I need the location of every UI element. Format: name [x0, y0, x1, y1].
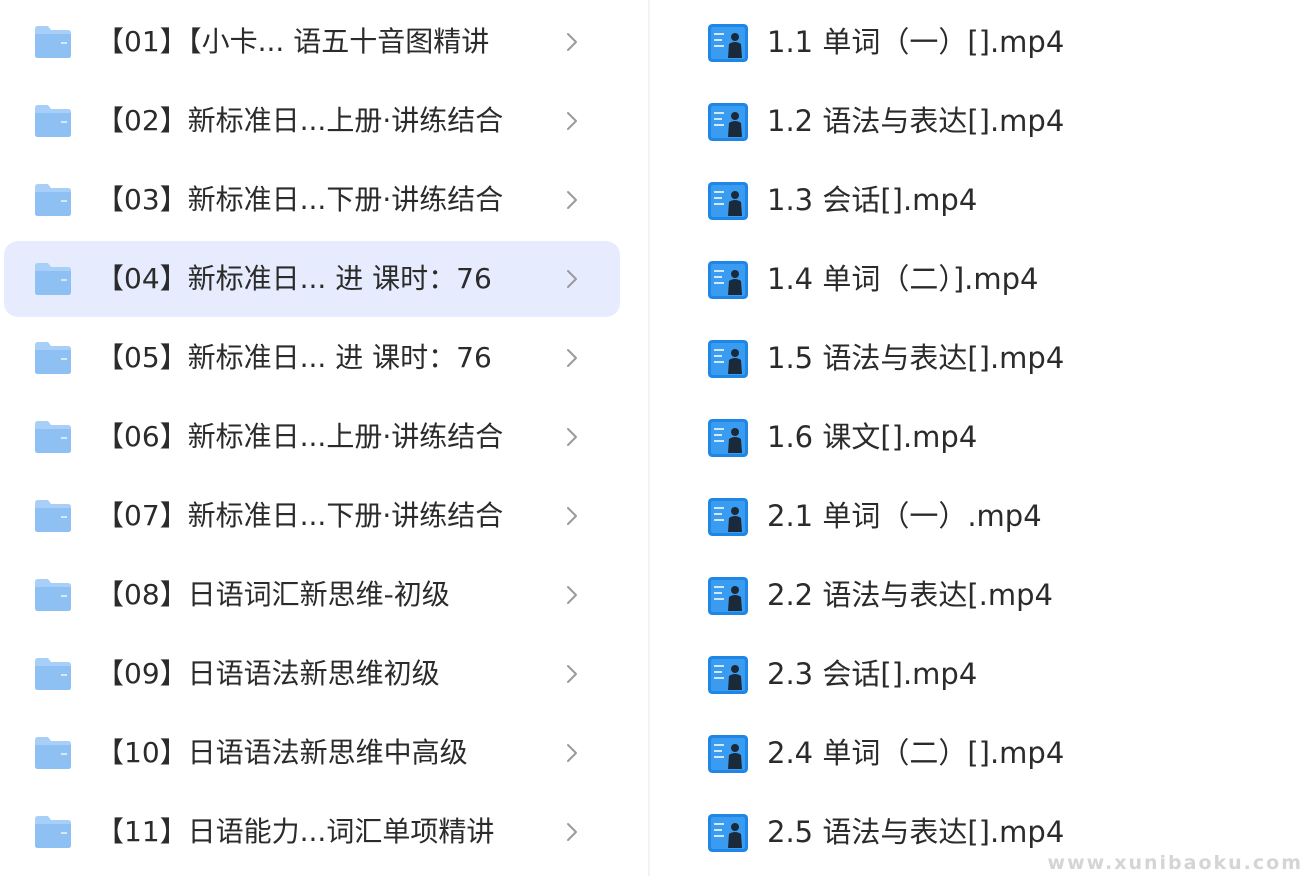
video-file-icon — [708, 261, 748, 299]
folder-row-05[interactable]: 【05】新标准日... 进 课时：76 — [4, 320, 620, 396]
folder-label: 【01】【小卡... 语五十音图精讲 — [96, 25, 490, 58]
file-label: 2.3 会话[].mp4 — [767, 657, 978, 691]
folder-list-pane: 【01】【小卡... 语五十音图精讲 【02】新标准日...上册·讲练结合 【0… — [0, 0, 648, 876]
chevron-right-icon[interactable] — [562, 423, 582, 451]
file-row[interactable]: 1.5 语法与表达[].mp4 — [650, 320, 1250, 396]
chevron-right-icon[interactable] — [562, 265, 582, 293]
file-label: 1.1 单词（一）[].mp4 — [767, 25, 1065, 59]
file-row[interactable]: 2.2 语法与表达[.mp4 — [650, 557, 1250, 633]
folder-row-11[interactable]: 【11】日语能力...词汇单项精讲 — [4, 794, 620, 870]
video-file-icon — [708, 24, 748, 62]
video-file-icon — [708, 814, 748, 852]
file-label: 2.4 单词（二）[].mp4 — [767, 736, 1065, 770]
folder-label: 【02】新标准日...上册·讲练结合 — [96, 104, 504, 137]
folder-row-09[interactable]: 【09】日语语法新思维初级 — [4, 636, 620, 712]
folder-label: 【08】日语词汇新思维-初级 — [96, 578, 450, 611]
folder-row-08[interactable]: 【08】日语词汇新思维-初级 — [4, 557, 620, 633]
video-file-icon — [708, 577, 748, 615]
chevron-right-icon[interactable] — [562, 502, 582, 530]
folder-row-03[interactable]: 【03】新标准日...下册·讲练结合 — [4, 162, 620, 238]
folder-icon — [35, 184, 71, 216]
chevron-right-icon[interactable] — [562, 107, 582, 135]
chevron-right-icon[interactable] — [562, 739, 582, 767]
video-file-icon — [708, 656, 748, 694]
folder-row-07[interactable]: 【07】新标准日...下册·讲练结合 — [4, 478, 620, 554]
file-row[interactable]: 1.1 单词（一）[].mp4 — [650, 4, 1250, 80]
folder-row-01[interactable]: 【01】【小卡... 语五十音图精讲 — [4, 4, 620, 80]
chevron-right-icon[interactable] — [562, 581, 582, 609]
folder-label: 【05】新标准日... 进 课时：76 — [96, 341, 492, 374]
folder-icon — [35, 816, 71, 848]
folder-row-02[interactable]: 【02】新标准日...上册·讲练结合 — [4, 83, 620, 159]
file-label: 1.5 语法与表达[].mp4 — [767, 341, 1065, 375]
chevron-right-icon[interactable] — [562, 28, 582, 56]
watermark: www.xunibaoku.com — [1047, 852, 1303, 874]
folder-label: 【03】新标准日...下册·讲练结合 — [96, 183, 504, 216]
folder-label: 【11】日语能力...词汇单项精讲 — [96, 815, 495, 848]
folder-icon — [35, 421, 71, 453]
folder-row-04[interactable]: 【04】新标准日... 进 课时：76 — [4, 241, 620, 317]
file-row[interactable]: 1.2 语法与表达[].mp4 — [650, 83, 1250, 159]
folder-row-10[interactable]: 【10】日语语法新思维中高级 — [4, 715, 620, 791]
folder-icon — [35, 500, 71, 532]
file-label: 1.3 会话[].mp4 — [767, 183, 978, 217]
chevron-right-icon[interactable] — [562, 186, 582, 214]
folder-icon — [35, 579, 71, 611]
video-file-icon — [708, 340, 748, 378]
file-label: 2.2 语法与表达[.mp4 — [767, 578, 1053, 612]
file-label: 1.4 单词（二）].mp4 — [767, 262, 1039, 296]
chevron-right-icon[interactable] — [562, 660, 582, 688]
file-row[interactable]: 2.4 单词（二）[].mp4 — [650, 715, 1250, 791]
video-file-icon — [708, 735, 748, 773]
folder-label: 【07】新标准日...下册·讲练结合 — [96, 499, 504, 532]
folder-label: 【10】日语语法新思维中高级 — [96, 736, 468, 769]
file-row[interactable]: 2.1 单词（一）.mp4 — [650, 478, 1250, 554]
file-label: 2.1 单词（一）.mp4 — [767, 499, 1042, 533]
folder-icon — [35, 105, 71, 137]
file-label: 2.5 语法与表达[].mp4 — [767, 815, 1065, 849]
folder-label: 【04】新标准日... 进 课时：76 — [96, 262, 492, 295]
folder-label: 【09】日语语法新思维初级 — [96, 657, 440, 690]
folder-icon — [35, 26, 71, 58]
folder-icon — [35, 658, 71, 690]
file-row[interactable]: 1.6 课文[].mp4 — [650, 399, 1250, 475]
video-file-icon — [708, 498, 748, 536]
folder-icon — [35, 263, 71, 295]
folder-icon — [35, 737, 71, 769]
folder-row-06[interactable]: 【06】新标准日...上册·讲练结合 — [4, 399, 620, 475]
folder-label: 【06】新标准日...上册·讲练结合 — [96, 420, 504, 453]
file-list-pane: 1.1 单词（一）[].mp4 1.2 语法与表达[].mp4 1.3 会话[]… — [650, 0, 1311, 876]
file-label: 1.6 课文[].mp4 — [767, 420, 978, 454]
chevron-right-icon[interactable] — [562, 344, 582, 372]
video-file-icon — [708, 419, 748, 457]
chevron-right-icon[interactable] — [562, 818, 582, 846]
file-row[interactable]: 1.4 单词（二）].mp4 — [650, 241, 1250, 317]
video-file-icon — [708, 103, 748, 141]
file-row[interactable]: 2.3 会话[].mp4 — [650, 636, 1250, 712]
folder-icon — [35, 342, 71, 374]
video-file-icon — [708, 182, 748, 220]
file-label: 1.2 语法与表达[].mp4 — [767, 104, 1065, 138]
file-row[interactable]: 1.3 会话[].mp4 — [650, 162, 1250, 238]
